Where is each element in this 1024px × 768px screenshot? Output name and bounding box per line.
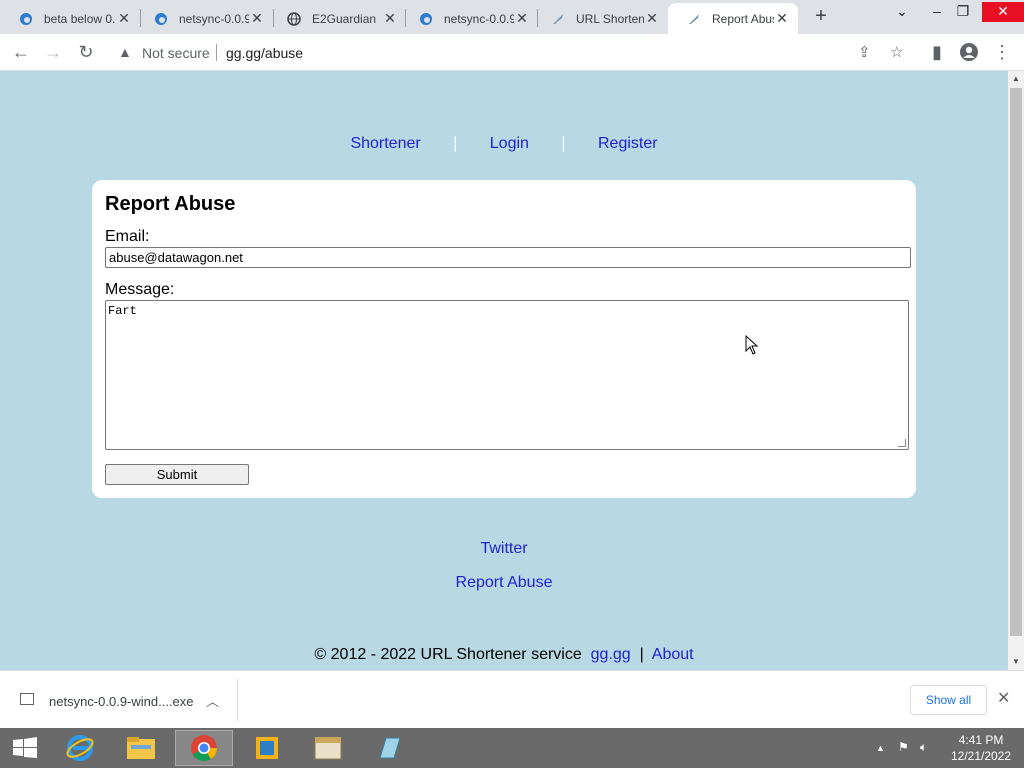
- chrome-icon[interactable]: [175, 730, 233, 766]
- tab-strip: beta below 0.1 ✕ netsync-0.0.9 ✕ E2Guard…: [0, 0, 1024, 34]
- nav-separator: |: [561, 135, 566, 152]
- tab-title: netsync-0.0.9: [444, 11, 514, 26]
- message-textarea[interactable]: Fart: [105, 300, 909, 450]
- nav-separator: |: [453, 135, 458, 152]
- edge-icon: [418, 11, 434, 27]
- address-bar[interactable]: ▲ Not secure gg.gg/abuse ⇪ ☆: [108, 38, 938, 67]
- restore-button[interactable]: ❐: [949, 2, 977, 22]
- tab-title: Report Abuse: [712, 11, 774, 26]
- windows-taskbar: ▲ ⚑ 🔈︎ 4:41 PM 12/21/2022: [0, 728, 1024, 768]
- forward-button[interactable]: →: [41, 40, 65, 64]
- page-title: Report Abuse: [105, 193, 236, 215]
- edge-icon: [153, 11, 169, 27]
- share-icon[interactable]: ⇪: [858, 43, 871, 61]
- profile-avatar-icon[interactable]: [957, 40, 981, 64]
- tray-expand-icon[interactable]: ▲: [876, 743, 885, 753]
- tab-5[interactable]: URL Shortener ✕: [532, 3, 668, 34]
- mouse-cursor-icon: [745, 335, 759, 355]
- file-explorer-icon[interactable]: [112, 730, 170, 766]
- vertical-scrollbar[interactable]: ▲ ▼: [1008, 71, 1024, 670]
- tab-title: URL Shortener: [576, 11, 644, 26]
- chevron-up-icon[interactable]: ︿: [206, 691, 219, 710]
- clock-date: 12/21/2022: [950, 749, 1012, 763]
- top-navigation: Shortener | Login | Register: [0, 135, 1008, 153]
- rocket-icon: [550, 11, 566, 27]
- tab-search-icon[interactable]: ⌄: [888, 2, 916, 22]
- site-link[interactable]: gg.gg: [591, 646, 631, 663]
- scroll-up-icon[interactable]: ▲: [1008, 71, 1024, 87]
- app-window-icon[interactable]: [238, 730, 296, 766]
- archive-icon[interactable]: [299, 730, 357, 766]
- menu-kebab-icon[interactable]: ⋮: [990, 40, 1014, 64]
- start-windows-icon[interactable]: [0, 730, 50, 766]
- message-label: Message:: [105, 281, 175, 298]
- close-icon[interactable]: ✕: [249, 10, 265, 27]
- tab-4[interactable]: netsync-0.0.9 ✕: [400, 3, 538, 34]
- internet-explorer-icon[interactable]: [51, 730, 109, 766]
- nav-login-link[interactable]: Login: [490, 135, 529, 152]
- close-icon[interactable]: ✕: [116, 10, 132, 27]
- browser-toolbar: ← → ↻ ▲ Not secure gg.gg/abuse ⇪ ☆ ▮ ⋮: [0, 34, 1024, 71]
- copyright-line: © 2012 - 2022 URL Shortener service gg.g…: [0, 646, 1008, 664]
- reload-button[interactable]: ↻: [74, 40, 98, 64]
- window-close-button[interactable]: ✕: [982, 2, 1024, 22]
- tab-3[interactable]: E2Guardian ✕: [268, 3, 406, 34]
- nav-shortener-link[interactable]: Shortener: [350, 135, 420, 152]
- tab-title: E2Guardian: [312, 11, 377, 26]
- footer-separator: |: [639, 646, 644, 663]
- globe-icon: [286, 11, 302, 27]
- about-link[interactable]: About: [652, 646, 694, 663]
- action-center-flag-icon[interactable]: ⚑: [898, 740, 909, 754]
- submit-button[interactable]: Submit: [105, 464, 249, 485]
- email-label: Email:: [105, 228, 150, 245]
- notepad-icon[interactable]: [361, 730, 419, 766]
- close-icon[interactable]: ✕: [514, 10, 530, 27]
- download-bar: netsync-0.0.9-wind....exe ︿ Show all ✕: [0, 670, 1024, 728]
- tab-1[interactable]: beta below 0.1 ✕: [0, 3, 140, 34]
- new-tab-button[interactable]: +: [809, 5, 833, 29]
- report-abuse-card: Report Abuse Email: abuse@datawagon.net …: [92, 180, 916, 498]
- clock-time: 4:41 PM: [958, 733, 1004, 747]
- url-text[interactable]: gg.gg/abuse: [226, 45, 303, 61]
- twitter-link[interactable]: Twitter: [0, 540, 1008, 558]
- close-icon[interactable]: ✕: [774, 10, 790, 27]
- edge-icon: [18, 11, 34, 27]
- close-icon[interactable]: ✕: [644, 10, 660, 27]
- download-filename[interactable]: netsync-0.0.9-wind....exe: [49, 694, 194, 709]
- copyright-text: © 2012 - 2022 URL Shortener service: [314, 646, 582, 663]
- close-icon[interactable]: ✕: [997, 688, 1010, 708]
- system-clock[interactable]: 4:41 PM 12/21/2022: [945, 732, 1017, 764]
- back-button[interactable]: ←: [9, 40, 33, 64]
- message-text: Fart: [108, 304, 137, 318]
- resize-grip-icon[interactable]: [898, 439, 906, 447]
- tab-title: netsync-0.0.9: [179, 11, 249, 26]
- scrollbar-thumb[interactable]: [1010, 88, 1022, 636]
- minimize-button[interactable]: –: [923, 2, 951, 22]
- scroll-down-icon[interactable]: ▼: [1008, 654, 1024, 670]
- bookmark-star-icon[interactable]: ☆: [890, 43, 903, 61]
- tab-2[interactable]: netsync-0.0.9 ✕: [135, 3, 273, 34]
- nav-register-link[interactable]: Register: [598, 135, 658, 152]
- file-icon: [20, 693, 34, 705]
- tab-6-active[interactable]: Report Abuse ✕: [668, 3, 798, 34]
- report-abuse-link[interactable]: Report Abuse: [0, 574, 1008, 592]
- show-all-button[interactable]: Show all: [910, 685, 987, 715]
- close-icon[interactable]: ✕: [382, 10, 398, 27]
- warning-icon[interactable]: ▲: [118, 44, 132, 60]
- email-field[interactable]: abuse@datawagon.net: [105, 247, 911, 268]
- volume-icon[interactable]: 🔈︎: [920, 740, 927, 755]
- rocket-icon: [686, 11, 702, 27]
- side-panel-icon[interactable]: ▮: [925, 40, 949, 64]
- security-label[interactable]: Not secure: [142, 45, 210, 61]
- web-page: Shortener | Login | Register Report Abus…: [0, 71, 1008, 670]
- tab-title: beta below 0.1: [44, 11, 116, 26]
